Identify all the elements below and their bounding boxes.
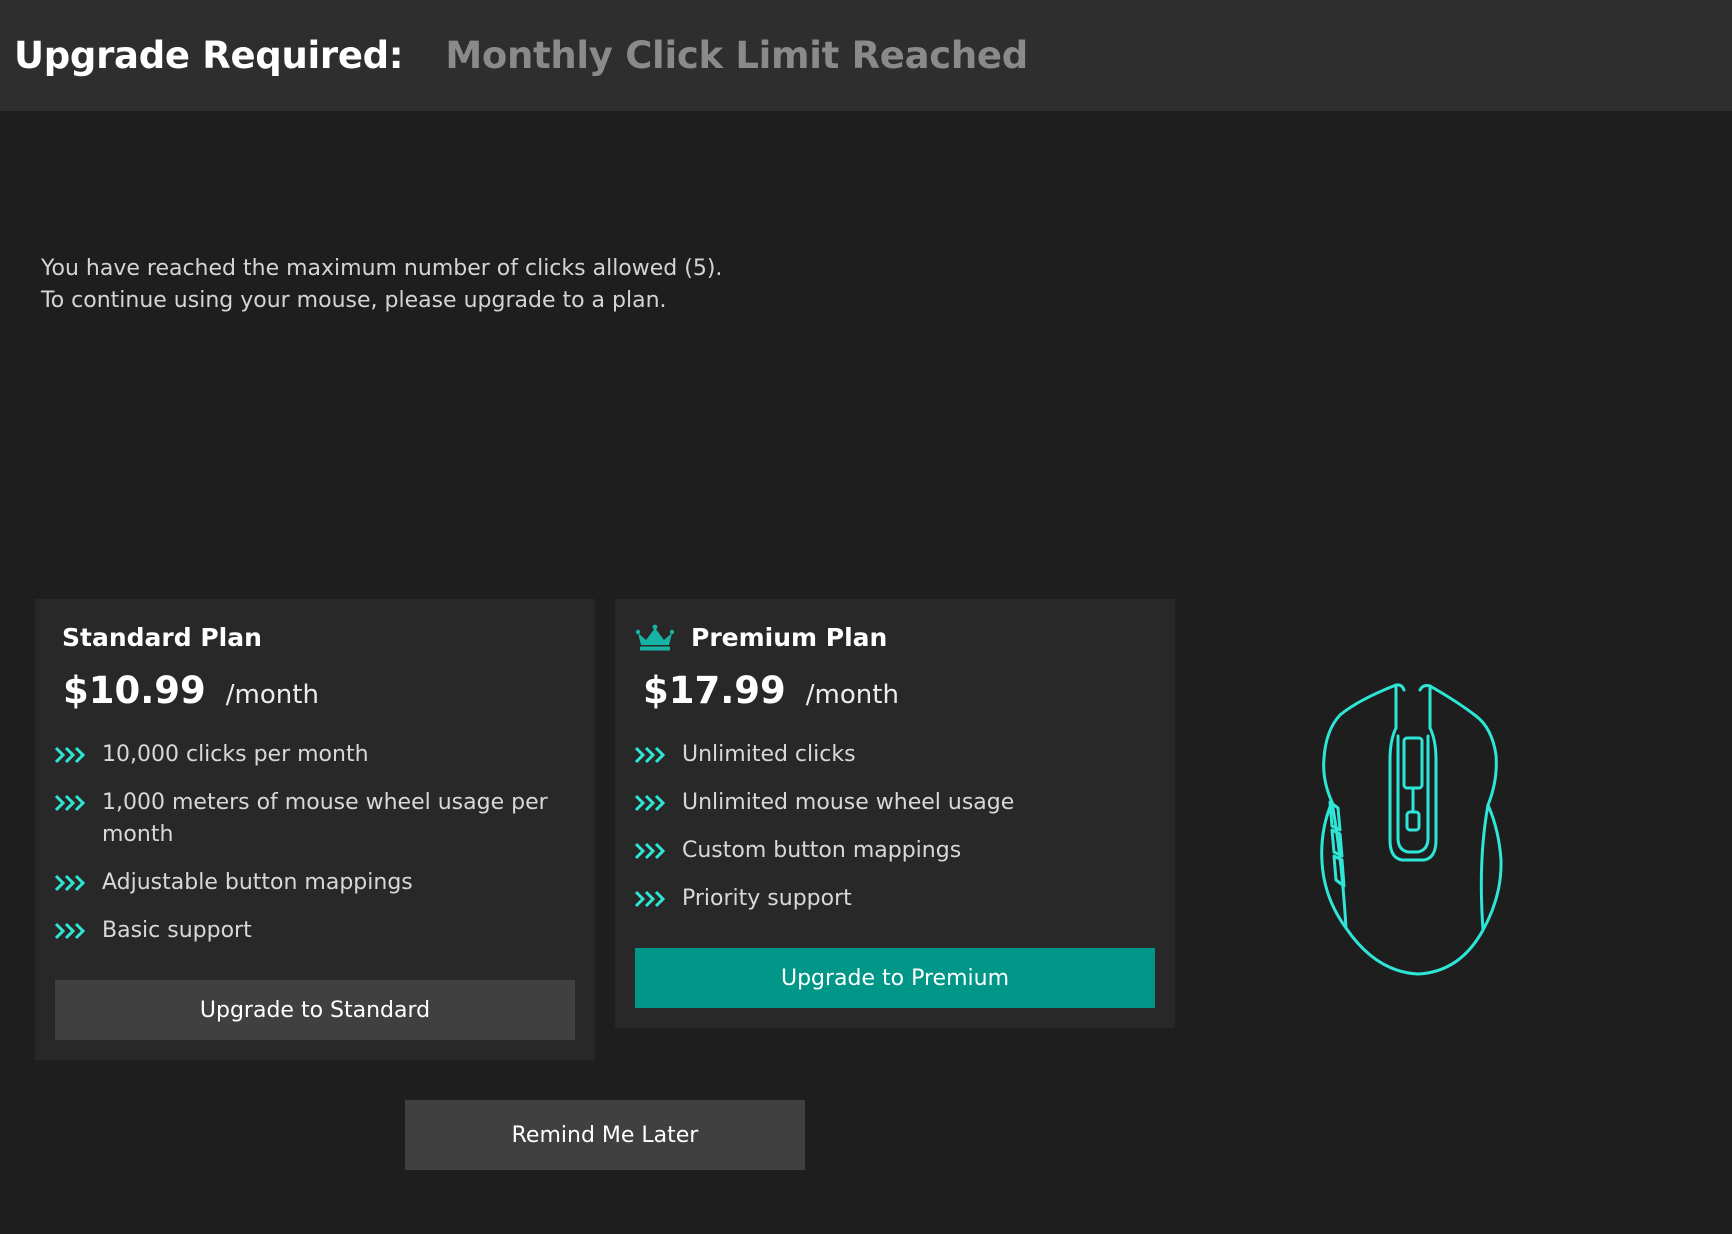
standard-plan-title: Standard Plan xyxy=(62,623,262,652)
premium-plan-price: $17.99 xyxy=(643,669,786,712)
feature-item: Unlimited clicks xyxy=(635,739,1135,771)
feature-text: Priority support xyxy=(682,886,852,911)
triple-chevron-right-icon xyxy=(635,794,666,812)
standard-plan-features: 10,000 clicks per month 1,000 meters of … xyxy=(55,739,555,963)
feature-item: Unlimited mouse wheel usage xyxy=(635,787,1135,819)
triple-chevron-right-icon xyxy=(55,922,86,940)
standard-plan-price: $10.99 xyxy=(63,669,206,712)
premium-plan-title: Premium Plan xyxy=(691,623,888,652)
triple-chevron-right-icon xyxy=(635,890,666,908)
feature-item: Adjustable button mappings xyxy=(55,867,555,899)
remind-me-later-button[interactable]: Remind Me Later xyxy=(405,1100,805,1170)
mouse-icon xyxy=(1320,683,1503,976)
feature-text: Adjustable button mappings xyxy=(102,870,413,895)
upgrade-to-premium-button[interactable]: Upgrade to Premium xyxy=(635,948,1155,1008)
feature-text: 10,000 clicks per month xyxy=(102,742,369,767)
limit-message: You have reached the maximum number of c… xyxy=(41,253,722,317)
premium-plan-period: /month xyxy=(805,680,899,710)
limit-message-line-1: You have reached the maximum number of c… xyxy=(41,256,723,281)
feature-item: Basic support xyxy=(55,915,555,947)
feature-item: Custom button mappings xyxy=(635,835,1135,867)
premium-plan-price-row: $17.99 /month xyxy=(643,669,899,712)
triple-chevron-right-icon xyxy=(635,842,666,860)
header-bar: Upgrade Required: Monthly Click Limit Re… xyxy=(0,0,1732,111)
feature-item: 1,000 meters of mouse wheel usage per mo… xyxy=(55,787,555,851)
feature-text: Unlimited mouse wheel usage xyxy=(682,790,1015,815)
feature-item: Priority support xyxy=(635,883,1135,915)
page-title: Upgrade Required: xyxy=(14,34,404,77)
triple-chevron-right-icon xyxy=(55,874,86,892)
standard-plan-price-row: $10.99 /month xyxy=(63,669,319,712)
upgrade-to-standard-button[interactable]: Upgrade to Standard xyxy=(55,980,575,1040)
limit-message-line-2: To continue using your mouse, please upg… xyxy=(41,288,667,313)
feature-item: 10,000 clicks per month xyxy=(55,739,555,771)
standard-plan-period: /month xyxy=(225,680,319,710)
page-subtitle: Monthly Click Limit Reached xyxy=(445,34,1028,77)
standard-plan-header: Standard Plan xyxy=(62,623,262,652)
feature-text: 1,000 meters of mouse wheel usage per mo… xyxy=(102,790,548,847)
feature-text: Basic support xyxy=(102,918,252,943)
triple-chevron-right-icon xyxy=(55,794,86,812)
triple-chevron-right-icon xyxy=(635,746,666,764)
premium-plan-card: Premium Plan $17.99 /month Unlimited cli… xyxy=(615,599,1175,1028)
crown-icon xyxy=(635,624,675,650)
standard-plan-card: Standard Plan $10.99 /month 10,000 click… xyxy=(35,599,595,1060)
feature-text: Unlimited clicks xyxy=(682,742,856,767)
premium-plan-header: Premium Plan xyxy=(635,623,888,652)
triple-chevron-right-icon xyxy=(55,746,86,764)
feature-text: Custom button mappings xyxy=(682,838,962,863)
premium-plan-features: Unlimited clicks Unlimited mouse wheel u… xyxy=(635,739,1135,931)
